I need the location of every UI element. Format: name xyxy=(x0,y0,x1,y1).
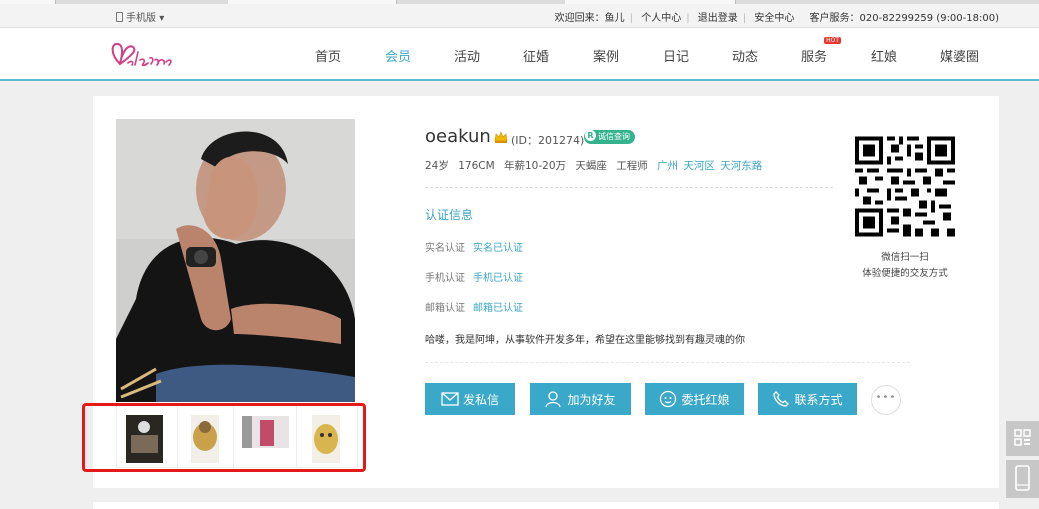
welcome-text: 欢迎回来：鱼儿 xyxy=(554,13,625,24)
divider: | xyxy=(686,13,690,24)
matchmaker-icon xyxy=(660,390,677,408)
location-street[interactable]: 天河东路 xyxy=(720,160,762,172)
top-user-links: 欢迎回来：鱼儿 | 个人中心 | 退出登录 | 安全中心 客户服务：020-82299… xyxy=(555,9,999,24)
top-utility-bar: 手机版 ▾ 欢迎回来：鱼儿 | 个人中心 | 退出登录 | 安全中心 客户服务：020… xyxy=(0,4,1039,28)
add-friend-button[interactable]: 加为好友 xyxy=(530,383,631,415)
self-introduction: 哈喽，我是阿坤，从事软件开发多年，希望在这里能够找到有趣灵魂的你 xyxy=(425,335,745,346)
mobile-icon xyxy=(1015,465,1030,491)
main-profile-photo[interactable] xyxy=(116,119,355,402)
chevron-down-icon: ▾ xyxy=(159,13,165,24)
profile-name: oeakun xyxy=(425,126,491,147)
qr-caption-line1: 微信扫一扫 xyxy=(881,252,929,263)
mail-icon xyxy=(441,392,459,406)
nav-diary[interactable]: 日记 xyxy=(663,46,689,65)
divider: | xyxy=(629,13,634,24)
income: 年薪10-20万 xyxy=(504,160,567,172)
height: 176CM xyxy=(458,160,495,172)
qr-caption: 微信扫一扫 体验便捷的交友方式 xyxy=(830,250,980,282)
side-mobile-tool[interactable] xyxy=(1006,460,1039,498)
nav-cases[interactable]: 案例 xyxy=(593,46,619,65)
age: 24岁 xyxy=(425,160,449,172)
main-header: 首页 会员 活动 征婚 案例 日记 动态 服务 HOT 红娘 媒婆圈 xyxy=(0,28,1039,81)
mobile-version-link[interactable]: 手机版 ▾ xyxy=(116,9,164,24)
contact-info-button[interactable]: 联系方式 xyxy=(758,383,857,415)
entrust-matchmaker-button[interactable]: 委托红娘 xyxy=(645,383,744,415)
site-logo[interactable] xyxy=(108,38,178,70)
thumbnail-highlight-box xyxy=(82,403,366,472)
add-friend-icon xyxy=(545,391,562,408)
occupation: 工程师 xyxy=(616,160,648,172)
qr-caption-line2: 体验便捷的交友方式 xyxy=(862,268,948,279)
zodiac: 天蝎座 xyxy=(575,160,607,172)
location-district[interactable]: 天河区 xyxy=(683,160,715,172)
nav-home[interactable]: 首页 xyxy=(315,46,341,65)
credit-r-icon: R xyxy=(585,130,596,141)
crown-icon xyxy=(494,131,508,143)
qr-icon xyxy=(855,136,955,237)
basic-info-line: 24岁 176CM 年薪10-20万 天蝎座 工程师 广州 天河区 天河东路 xyxy=(425,158,764,173)
nav-events[interactable]: 活动 xyxy=(454,46,480,65)
verify-row-email: 邮箱认证 邮箱已认证 xyxy=(425,303,523,314)
security-center-link[interactable]: 安全中心 xyxy=(754,13,794,24)
verify-row-realname: 实名认证 实名已认证 xyxy=(425,243,523,254)
qr-small-icon xyxy=(1014,429,1031,446)
nav-dating[interactable]: 征婚 xyxy=(523,46,549,65)
phone-icon xyxy=(116,12,123,22)
divider xyxy=(425,187,833,188)
nav-service[interactable]: 服务 HOT xyxy=(801,37,842,65)
nav-matchmaker[interactable]: 红娘 xyxy=(871,46,897,65)
side-qr-tool[interactable] xyxy=(1006,421,1039,456)
nav-news[interactable]: 动态 xyxy=(732,46,758,65)
send-message-button[interactable]: 发私信 xyxy=(425,383,515,415)
location-city[interactable]: 广州 xyxy=(657,160,678,172)
nav-service-label: 服务 xyxy=(801,50,828,65)
nav-members[interactable]: 会员 xyxy=(385,46,411,65)
verify-row-phone: 手机认证 手机已认证 xyxy=(425,273,523,284)
user-center-link[interactable]: 个人中心 xyxy=(641,13,681,24)
hot-badge: HOT xyxy=(824,37,842,44)
customer-service-hotline: 客户服务：020-82299259 (9:00-18:00) xyxy=(809,13,999,24)
verification-title: 认证信息 xyxy=(425,208,474,222)
logout-link[interactable]: 退出登录 xyxy=(698,13,738,24)
next-section-card xyxy=(93,502,999,509)
call-icon xyxy=(773,391,790,407)
nav-matchmaker-circle[interactable]: 媒婆圈 xyxy=(940,46,979,65)
more-options-button[interactable]: ••• xyxy=(871,385,901,415)
divider xyxy=(425,362,910,363)
credit-check-badge[interactable]: R 诚信查询 xyxy=(584,130,635,144)
profile-id: (ID：201274) xyxy=(511,134,585,147)
divider: | xyxy=(742,13,747,24)
